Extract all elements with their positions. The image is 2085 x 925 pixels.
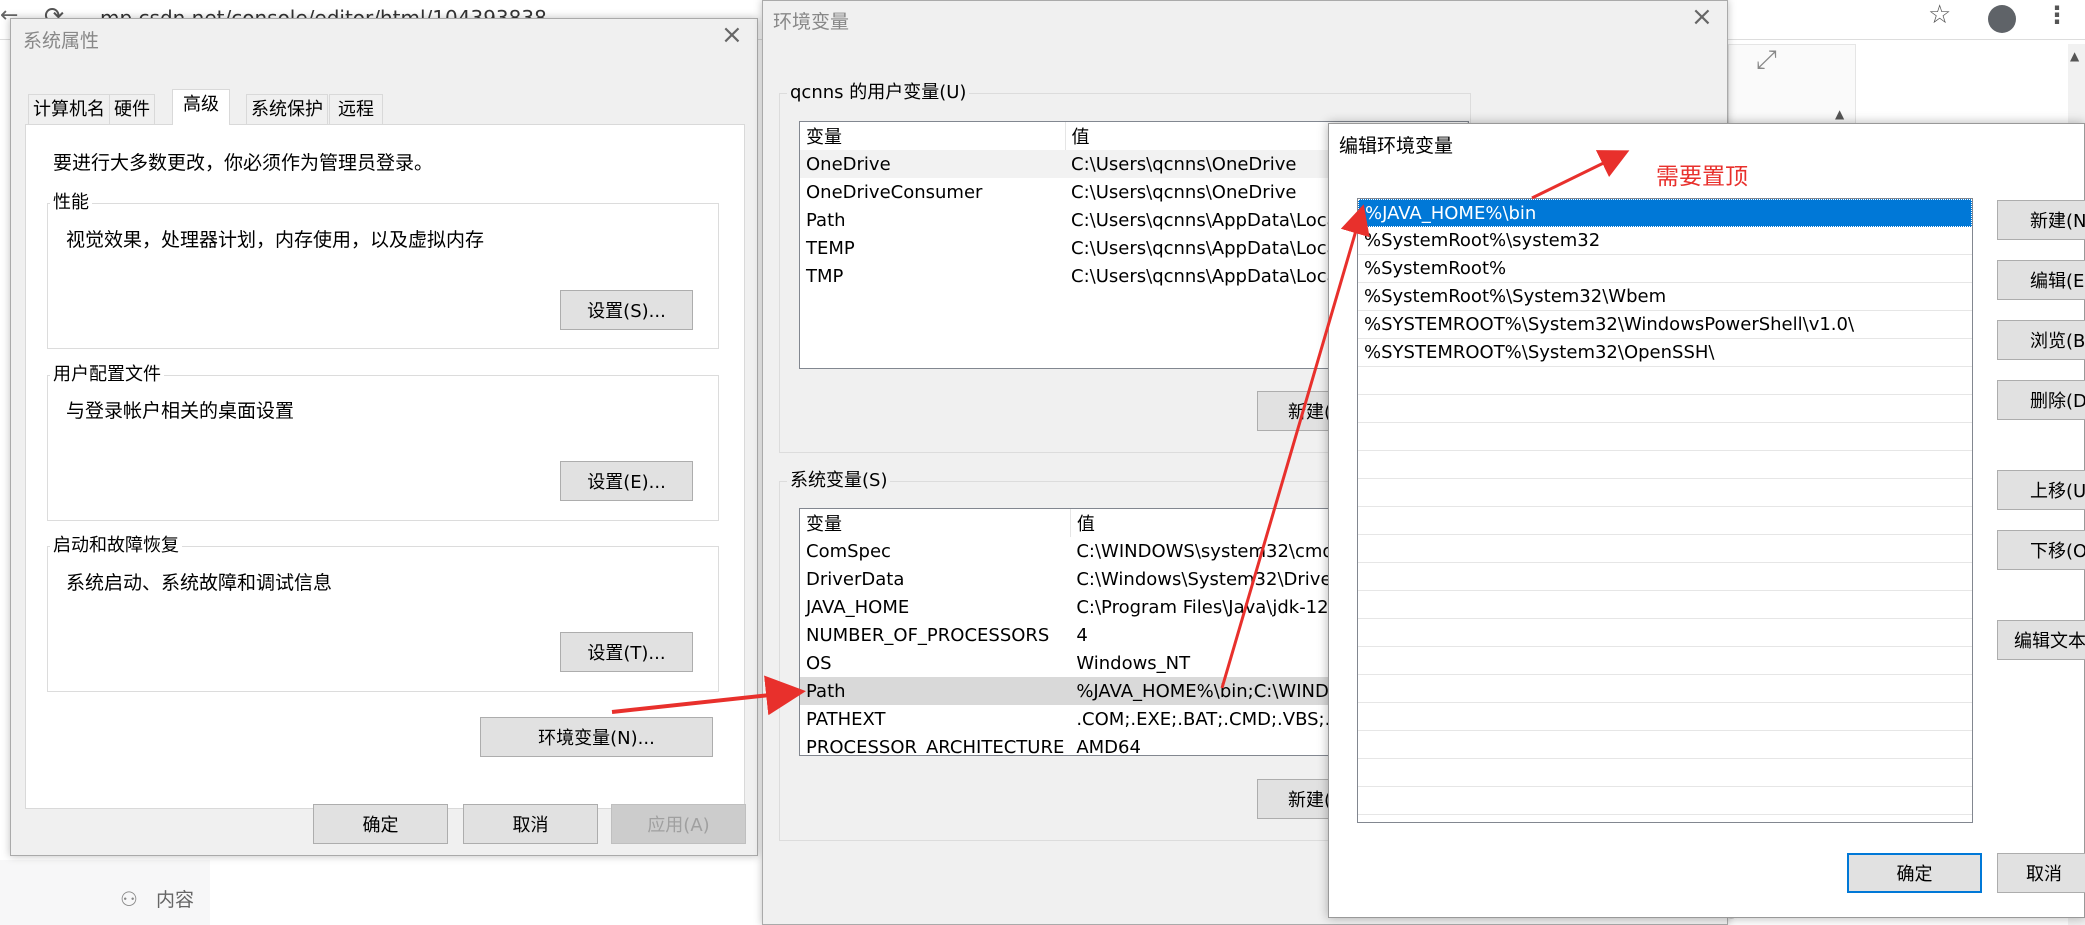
- annotation-arrows: [611, 150, 1630, 716]
- tab-advanced[interactable]: 高级: [172, 89, 230, 125]
- arrow-env-button-to-path: [611, 675, 806, 716]
- arrow-path-to-editor: [1220, 204, 1370, 689]
- annotation-label: 需要置顶: [1656, 164, 1748, 190]
- arrow-entry-to-top: [1531, 150, 1630, 200]
